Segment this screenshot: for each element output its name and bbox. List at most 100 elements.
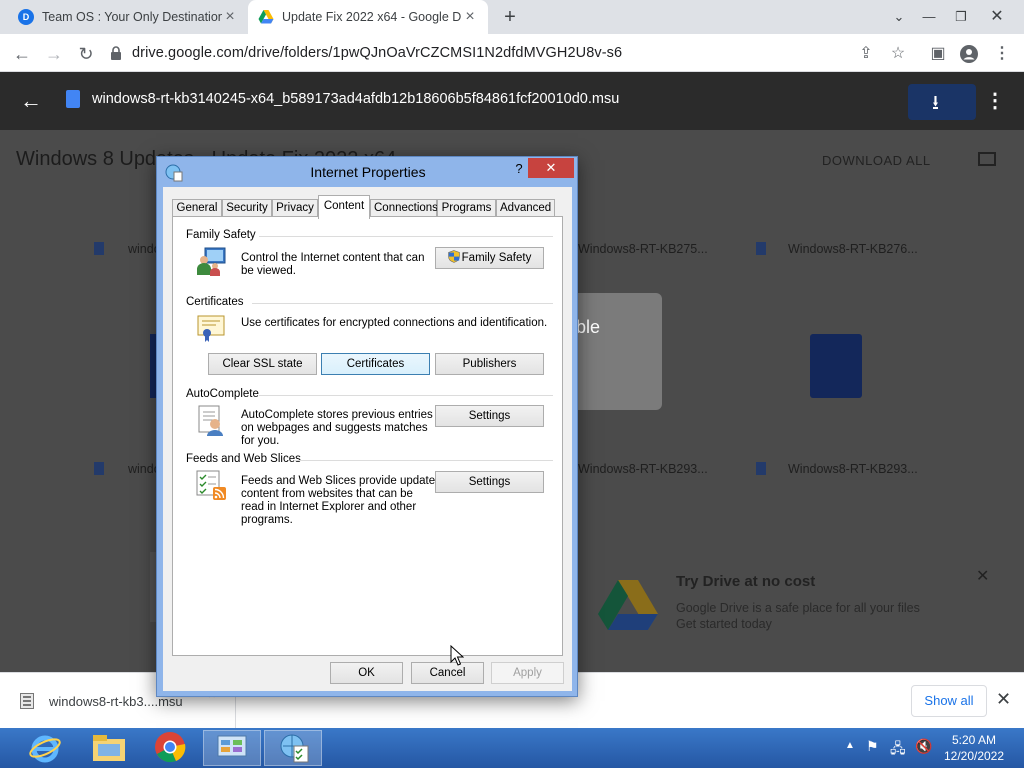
network-icon[interactable]: 🖧: [890, 738, 906, 768]
file-icon: [756, 242, 766, 255]
teamos-icon: D: [18, 9, 34, 25]
back-arrow-icon[interactable]: ←: [9, 41, 35, 67]
description-line: read in Internet Explorer and other: [241, 501, 417, 513]
promo-body: Google Drive is a safe place for all you…: [676, 600, 920, 632]
promo-line: Google Drive is a safe place for all you…: [676, 601, 920, 615]
file-icon: [94, 462, 104, 475]
preview-back-arrow-icon[interactable]: ←: [20, 88, 42, 114]
clear-ssl-state-button[interactable]: Clear SSL state: [208, 353, 317, 375]
group-divider: [259, 395, 553, 396]
address-bar[interactable]: drive.google.com/drive/folders/1pwQJnOaV…: [110, 38, 890, 68]
file-icon: [756, 462, 766, 475]
bookmark-star-icon[interactable]: ☆: [885, 41, 911, 67]
autocomplete-icon: [198, 405, 223, 436]
tab-close-icon[interactable]: ×: [222, 8, 238, 26]
dialog-close-icon[interactable]: ✕: [528, 158, 574, 178]
ok-button[interactable]: OK: [330, 662, 403, 684]
new-tab-plus-icon[interactable]: +: [498, 5, 522, 29]
minimize-icon[interactable]: —: [912, 0, 946, 34]
promo-title: Try Drive at no cost: [676, 573, 816, 590]
help-icon[interactable]: ?: [509, 161, 529, 179]
description-line: Control the Internet content that can: [241, 252, 425, 264]
msu-file-icon: [20, 693, 34, 709]
show-hidden-icons-chevron-icon[interactable]: ▲: [845, 740, 855, 768]
tab-google-drive[interactable]: Update Fix 2022 x64 - Google Drive ×: [248, 0, 488, 34]
lock-icon: [111, 46, 121, 60]
action-center-flag-icon[interactable]: ⚑: [866, 738, 879, 768]
button-label: Family Safety: [461, 252, 532, 264]
browser-toolbar: ← → ↻ drive.google.com/drive/folders/1pw…: [0, 34, 1024, 72]
description-line: programs.: [241, 514, 293, 526]
volume-muted-icon[interactable]: 🔇: [915, 738, 932, 768]
forward-arrow-icon[interactable]: →: [41, 41, 67, 67]
internet-explorer-icon[interactable]: [18, 730, 76, 766]
description-line: AutoComplete stores previous entries: [241, 409, 433, 421]
apply-button[interactable]: Apply: [491, 662, 564, 684]
taskbar-clock[interactable]: 5:20 AM 12/20/2022: [938, 732, 1010, 764]
grid-view-icon[interactable]: [978, 152, 996, 166]
file-name[interactable]: Windows8-RT-KB293...: [788, 462, 918, 476]
group-divider: [259, 236, 553, 237]
file-icon: [94, 242, 104, 255]
tab-title: Team OS : Your Only Destination: [42, 10, 222, 24]
internet-properties-dialog: Internet Properties ? ✕ General Security…: [156, 156, 578, 697]
file-thumbnail: [810, 334, 862, 398]
chrome-icon[interactable]: [141, 730, 199, 766]
certificates-button[interactable]: Certificates: [321, 353, 430, 375]
shield-icon: [447, 250, 460, 263]
mouse-cursor-icon: [450, 645, 464, 666]
preview-header: ← windows8-rt-kb3140245-x64_b589173ad4af…: [0, 72, 1024, 130]
show-all-button[interactable]: Show all: [911, 685, 987, 717]
group-divider: [294, 460, 553, 461]
publishers-button[interactable]: Publishers: [435, 353, 544, 375]
tab-teamos[interactable]: D Team OS : Your Only Destination ×: [8, 0, 248, 34]
cancel-button[interactable]: Cancel: [411, 662, 484, 684]
feeds-settings-button[interactable]: Settings: [435, 471, 544, 493]
tab-title: Update Fix 2022 x64 - Google Drive: [282, 10, 462, 24]
control-panel-icon[interactable]: [203, 730, 261, 766]
family-safety-description: Control the Internet content that can be…: [241, 252, 424, 278]
restore-icon[interactable]: ❐: [944, 0, 978, 34]
browser-tabstrip: D Team OS : Your Only Destination × Upda…: [0, 0, 1024, 34]
promo-close-icon[interactable]: ✕: [976, 566, 989, 586]
description-line: content from websites that can be: [241, 488, 413, 500]
file-name[interactable]: Windows8-RT-KB276...: [788, 242, 918, 256]
download-icon[interactable]: ⭳: [932, 88, 939, 122]
tab-content[interactable]: Content: [318, 195, 370, 219]
autocomplete-settings-button[interactable]: Settings: [435, 405, 544, 427]
close-shelf-icon[interactable]: ✕: [996, 689, 1011, 710]
file-name[interactable]: Windows8-RT-KB275...: [578, 242, 708, 256]
download-all-link[interactable]: DOWNLOAD ALL: [822, 153, 931, 168]
family-safety-icon: [197, 247, 226, 276]
google-drive-icon: [258, 10, 274, 24]
profile-avatar-icon[interactable]: [956, 41, 982, 67]
feeds-description: Feeds and Web Slices provide updated con…: [241, 475, 442, 527]
internet-options-icon[interactable]: [264, 730, 322, 766]
preview-file-name: windows8-rt-kb3140245-x64_b589173ad4afdb…: [92, 91, 620, 107]
family-safety-button[interactable]: Family Safety: [435, 247, 544, 269]
dialog-body: General Security Privacy Content Connect…: [163, 187, 572, 691]
open-with-button[interactable]: [908, 84, 976, 120]
popup-text: ble: [576, 317, 601, 337]
share-icon[interactable]: ⇪: [853, 41, 879, 67]
promo-link[interactable]: Get started today: [676, 616, 920, 632]
family-safety-heading: Family Safety: [186, 229, 256, 241]
tab-search-chevron-icon[interactable]: ⌄: [882, 0, 916, 34]
group-divider: [252, 303, 553, 304]
more-actions-icon[interactable]: ⋮: [985, 88, 1005, 113]
description-line: on webpages and suggests matches: [241, 422, 428, 434]
chrome-menu-icon[interactable]: ⋮: [989, 41, 1015, 67]
reload-icon[interactable]: ↻: [73, 41, 99, 67]
description-line: be viewed.: [241, 265, 296, 277]
file-name[interactable]: Windows8-RT-KB293...: [578, 462, 708, 476]
side-panel-icon[interactable]: ▣: [925, 41, 951, 67]
windows-taskbar: ▲ ⚑ 🖧 🔇 5:20 AM 12/20/2022: [0, 728, 1024, 768]
certificates-description: Use certificates for encrypted connectio…: [241, 317, 548, 329]
autocomplete-description: AutoComplete stores previous entries on …: [241, 409, 433, 448]
file-explorer-icon[interactable]: [80, 730, 138, 766]
description-line: Feeds and Web Slices provide updated: [241, 475, 442, 487]
window-close-icon[interactable]: ✕: [980, 0, 1014, 34]
dialog-titlebar[interactable]: Internet Properties ? ✕: [157, 157, 577, 187]
google-drive-logo-icon: [598, 580, 658, 630]
tab-close-icon[interactable]: ×: [462, 8, 478, 26]
